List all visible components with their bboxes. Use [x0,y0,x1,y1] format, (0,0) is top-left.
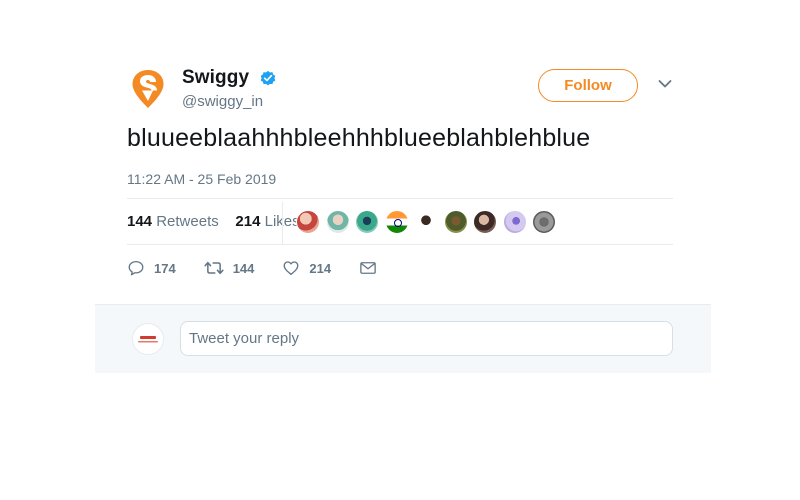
retweets-label: Retweets [156,213,219,230]
swiggy-logo-icon[interactable] [127,68,169,110]
tweet-text: bluueeblaahhhbleehhhblueeblahblehblue [127,124,591,152]
liker-avatar-2[interactable] [325,210,350,234]
liker-avatar-7[interactable] [473,210,497,234]
retweet-count: 144 [232,260,255,276]
retweets-count: 144 [127,213,153,230]
divider [127,244,673,245]
envelope-icon [360,262,376,274]
likes-count: 214 [235,213,261,230]
heart-icon [283,261,299,276]
user-avatar[interactable] [132,323,164,355]
reply-action[interactable]: 174 [127,259,176,277]
chevron-down-icon[interactable] [658,79,672,89]
engagement-stats: 144 Retweets 214 Likes [127,213,300,230]
follow-button[interactable]: Follow [538,69,638,102]
stats-separator [282,202,283,244]
author-display-name[interactable]: Swiggy [182,67,249,89]
tweet-actions: 174 144 214 [127,259,414,277]
liker-avatar-3[interactable] [355,210,379,234]
reply-count: 174 [154,260,176,276]
reply-icon [128,260,144,276]
reply-input[interactable] [180,321,673,356]
divider [127,198,673,199]
liker-avatar-4[interactable] [384,210,409,234]
like-count: 214 [309,260,332,276]
direct-message-action[interactable] [359,260,386,276]
liker-avatar-9[interactable] [532,210,556,234]
liker-avatars [296,210,562,234]
liker-avatar-1[interactable] [296,210,320,234]
tweet-card: Swiggy @swiggy_in Follow bluueeblaahhhbl… [95,50,711,373]
retweet-action[interactable]: 144 [204,259,255,277]
reply-composer [95,304,711,373]
liker-avatar-8[interactable] [502,210,527,234]
author-handle[interactable]: @swiggy_in [182,93,277,110]
like-action[interactable]: 214 [282,259,331,277]
likes-stat[interactable]: 214 Likes [235,213,299,230]
retweets-stat[interactable]: 144 Retweets [127,213,219,230]
tweet-timestamp[interactable]: 11:22 AM - 25 Feb 2019 [127,171,276,187]
liker-avatar-5[interactable] [414,210,438,234]
verified-badge-icon [260,70,275,86]
liker-avatar-6[interactable] [443,210,468,234]
author-info: Swiggy @swiggy_in [182,67,277,110]
retweet-icon [204,261,224,275]
